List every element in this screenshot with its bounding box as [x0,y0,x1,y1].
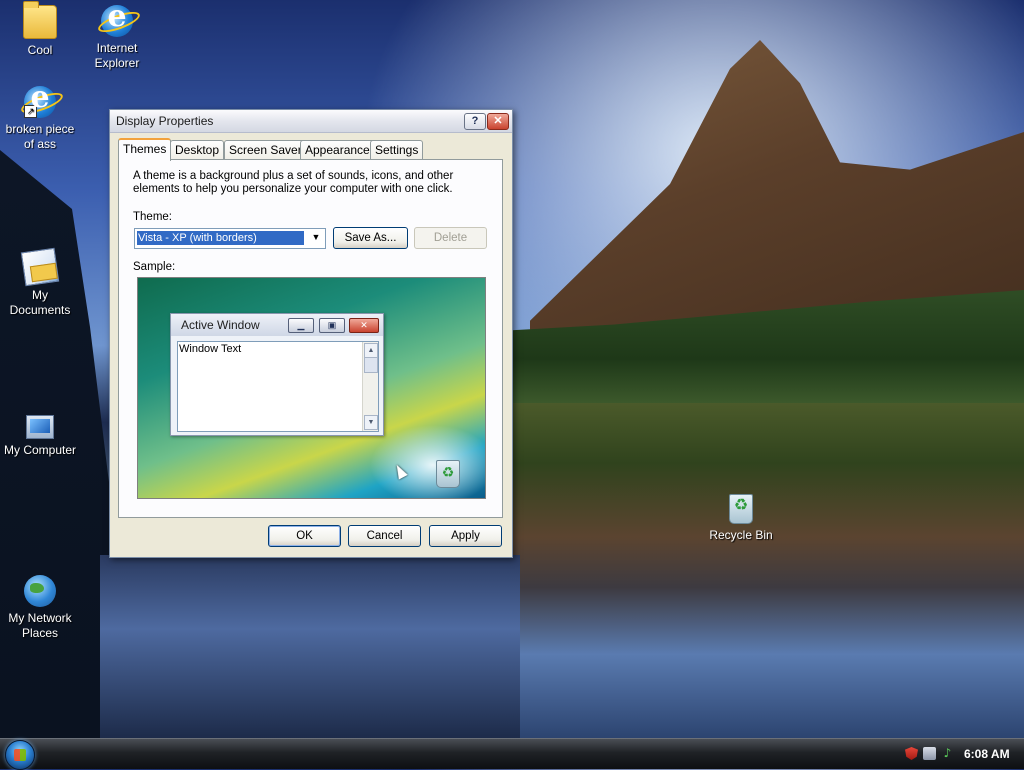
wallpaper-water [100,555,520,740]
desktop-icon-label: Internet Explorer [94,41,140,70]
network-tray-icon[interactable] [923,747,936,760]
scroll-up-icon: ▲ [364,343,378,358]
tab-desktop[interactable]: Desktop [170,140,225,159]
chevron-down-icon[interactable]: ▼ [308,230,324,245]
tab-screen-saver[interactable]: Screen Saver [224,140,307,159]
internet-explorer-icon [101,0,133,37]
themes-panel: A theme is a background plus a set of so… [118,159,503,518]
sample-window-body: Window Text ▲ ▼ [177,341,379,432]
desktop-icon-shortcut[interactable]: ↗ broken piece of ass [0,80,80,152]
maximize-icon: ▣ [319,318,345,333]
delete-button[interactable]: Delete [414,227,487,249]
sample-window-title: Active Window [181,318,260,332]
apply-button[interactable]: Apply [429,525,502,547]
my-documents-icon [20,247,60,287]
help-button[interactable]: ? [464,113,486,130]
desktop-icon-label: My Network Places [8,611,72,640]
minimize-icon: ▁ [288,318,314,333]
mouse-cursor-icon [392,462,408,480]
desktop-icon-label: Recycle Bin [709,528,773,542]
taskbar-clock[interactable]: 6:08 AM [964,747,1010,761]
desktop-icon-internet-explorer[interactable]: Internet Explorer [77,0,157,71]
wallpaper-lake [512,403,1024,738]
close-button[interactable]: ✕ [487,113,509,130]
recycle-bin-icon [729,494,753,524]
themes-description: A theme is a background plus a set of so… [133,170,454,195]
my-computer-icon [26,415,54,439]
desktop-icon-my-documents[interactable]: My Documents [0,247,80,318]
taskbar: ♪ 6:08 AM [0,738,1024,770]
sample-scrollbar: ▲ ▼ [362,342,378,431]
start-button[interactable] [5,740,35,770]
desktop-icon-cool[interactable]: Cool [0,1,80,58]
theme-select[interactable]: Vista - XP (with borders) ▼ [134,228,326,249]
shortcut-arrow-icon: ↗ [24,105,37,118]
save-as-button[interactable]: Save As... [333,227,408,249]
scroll-thumb [364,357,378,373]
theme-sample-preview: Active Window ▁ ▣ ✕ Window Text ▲ ▼ [137,277,486,499]
close-icon: ✕ [349,318,379,333]
desktop-icon-label: My Documents [9,288,71,317]
display-properties-dialog: Display Properties ? ✕ Themes Desktop Sc… [109,109,513,558]
sample-active-window: Active Window ▁ ▣ ✕ Window Text ▲ ▼ [170,313,384,436]
dialog-title: Display Properties [116,114,214,128]
scroll-down-icon: ▼ [364,415,378,430]
sample-recycle-bin-icon [436,460,460,488]
ok-button[interactable]: OK [268,525,341,547]
sample-window-titlebar: Active Window ▁ ▣ ✕ [171,314,383,336]
my-network-places-icon [24,575,56,607]
desktop-icon-label: Cool [27,43,53,57]
desktop-icon-my-network-places[interactable]: My Network Places [0,575,80,641]
tab-appearance[interactable]: Appearance [300,140,375,159]
cancel-button[interactable]: Cancel [348,525,421,547]
dialog-titlebar[interactable]: Display Properties ? ✕ [110,110,512,133]
folder-icon [23,1,57,39]
theme-select-value: Vista - XP (with borders) [137,231,304,245]
desktop-icon-my-computer[interactable]: My Computer [0,409,80,458]
desktop-icon-label: broken piece of ass [5,122,75,151]
theme-label: Theme: [133,211,172,223]
sample-label: Sample: [133,261,176,273]
desktop-icon-recycle-bin[interactable]: Recycle Bin [701,494,781,543]
tab-settings[interactable]: Settings [370,140,424,159]
tab-themes[interactable]: Themes [118,138,172,161]
sample-window-text: Window Text [179,343,242,355]
desktop-icon-label: My Computer [3,443,77,457]
internet-explorer-shortcut-icon: ↗ [24,80,56,118]
volume-icon[interactable]: ♪ [941,747,954,760]
security-shield-icon[interactable] [905,747,918,760]
